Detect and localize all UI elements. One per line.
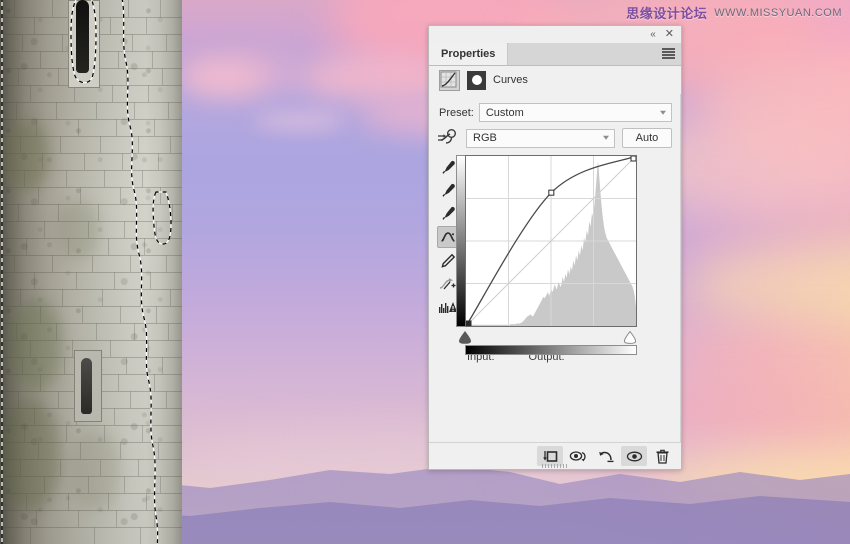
watermark-chinese-text: 思缘设计论坛 xyxy=(626,6,708,21)
clip-to-layer-button[interactable] xyxy=(537,446,563,466)
layer-mask-thumbnail-icon[interactable] xyxy=(467,70,486,90)
stone-tower-image xyxy=(0,0,182,544)
delete-adjustment-button[interactable] xyxy=(649,446,675,466)
black-point-slider[interactable] xyxy=(458,331,472,344)
preset-select[interactable]: Custom xyxy=(478,103,672,122)
moss-patch xyxy=(70,430,120,510)
moss-patch xyxy=(10,300,62,390)
blackwhite-point-sliders xyxy=(456,330,637,345)
curve-graph[interactable] xyxy=(465,155,637,327)
panel-titlebar: « ✕ xyxy=(429,26,681,43)
adjustment-title-row: Curves xyxy=(429,66,681,94)
watermark-url-text: WWW.MISSYUAN.COM xyxy=(714,6,842,19)
preset-row: Preset: Custom xyxy=(429,100,680,122)
close-icon[interactable]: ✕ xyxy=(665,29,674,40)
moss-patch xyxy=(4,120,50,190)
panel-menu-icon[interactable] xyxy=(662,48,675,59)
white-point-slider[interactable] xyxy=(623,330,637,344)
preset-label: Preset: xyxy=(439,106,474,119)
tab-properties[interactable]: Properties xyxy=(429,43,509,65)
input-gradient-ramp xyxy=(465,345,637,355)
curve-graph-row xyxy=(429,148,680,355)
watermark: 思缘设计论坛 WWW.MISSYUAN.COM xyxy=(626,3,842,22)
curves-controls: Preset: Custom RGB Auto Input: Output: xyxy=(429,94,680,442)
chevron-down-icon xyxy=(660,110,666,115)
moss-patch xyxy=(0,400,60,510)
pencil-draw-curve-icon[interactable] xyxy=(438,251,458,271)
tower-window-opening xyxy=(81,358,92,414)
panel-tab-bar: Properties xyxy=(429,43,681,66)
smooth-curve-icon[interactable] xyxy=(438,274,458,294)
adjustment-title: Curves xyxy=(493,74,528,86)
photoshop-canvas-screenshot: 思缘设计论坛 WWW.MISSYUAN.COM « ✕ Properties C… xyxy=(0,0,850,544)
curve-graph-wrapper xyxy=(456,155,637,355)
channel-value: RGB xyxy=(473,132,497,144)
moss-patch xyxy=(56,200,100,260)
properties-panel: « ✕ Properties Curves Preset: Custom RGB… xyxy=(428,25,682,470)
chevron-down-icon xyxy=(603,135,609,140)
double-chevron-left-icon[interactable]: « xyxy=(650,29,656,40)
channel-select[interactable]: RGB xyxy=(466,128,615,148)
curves-adjustment-icon xyxy=(439,69,460,91)
cloud xyxy=(255,112,345,130)
eyedropper-black-point-icon[interactable] xyxy=(438,157,458,177)
tab-properties-label: Properties xyxy=(441,48,496,60)
histogram-warning-icon[interactable] xyxy=(438,297,458,317)
panel-body: Preset: Custom RGB Auto Input: Output: xyxy=(429,94,681,442)
on-image-adjustment-icon[interactable] xyxy=(437,129,459,147)
toggle-visibility-button[interactable] xyxy=(621,446,647,466)
channel-row: RGB Auto xyxy=(429,122,680,148)
tab-bar-filler xyxy=(508,43,681,65)
eyedropper-gray-point-icon[interactable] xyxy=(438,180,458,200)
auto-button[interactable]: Auto xyxy=(622,128,672,148)
panel-scrollbar[interactable] xyxy=(680,94,681,442)
preset-value: Custom xyxy=(485,106,524,119)
toggle-mask-view-button[interactable] xyxy=(565,446,591,466)
eyedropper-white-point-icon[interactable] xyxy=(438,203,458,223)
tower-window-opening xyxy=(76,0,89,73)
reset-adjustment-button[interactable] xyxy=(593,446,619,466)
panel-resize-grip[interactable] xyxy=(542,464,568,468)
cloud xyxy=(183,62,263,94)
